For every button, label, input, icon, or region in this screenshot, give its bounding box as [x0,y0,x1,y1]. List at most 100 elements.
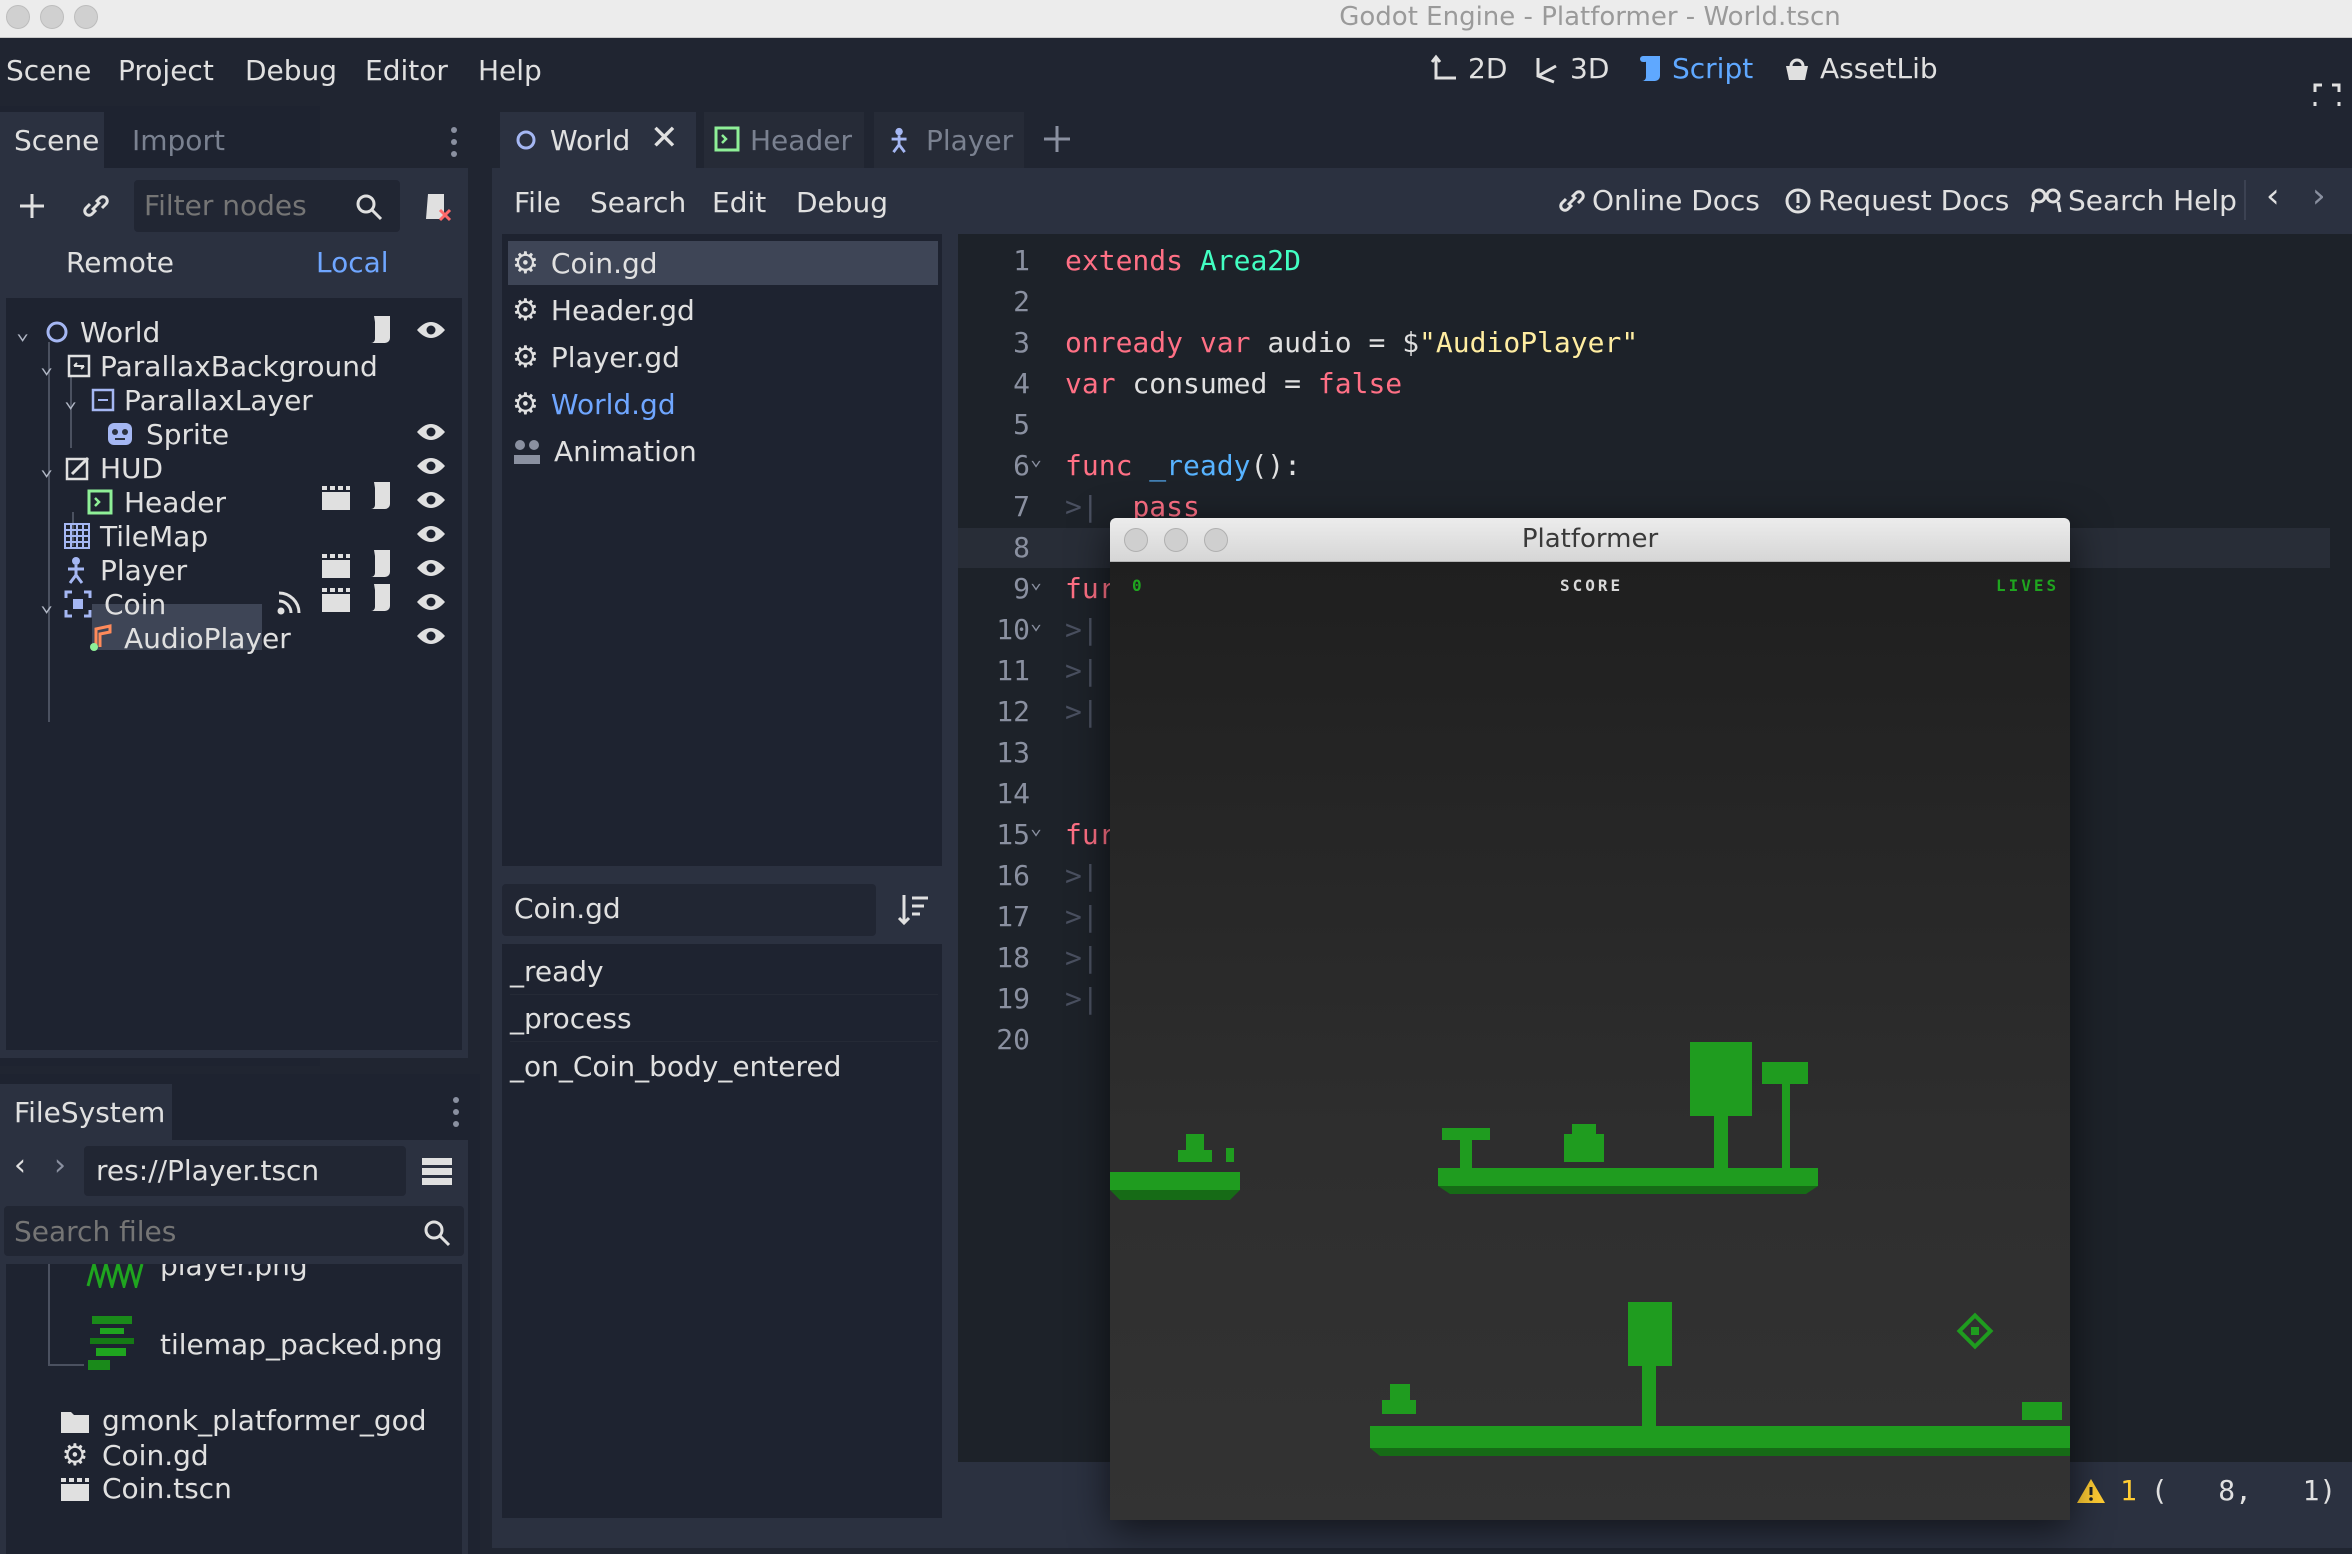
script-icon[interactable] [368,480,394,512]
tree-node-audioplayer[interactable]: AudioPlayer [86,614,291,662]
script-menu-search[interactable]: Search [590,186,686,219]
signals-icon[interactable] [276,588,304,616]
search-help-button[interactable]: Search Help [2030,184,2237,217]
visibility-icon[interactable] [416,320,446,340]
script-item-world[interactable]: ⚙ World.gd [508,382,938,426]
fold-arrow-icon[interactable]: ⌄ [1030,815,1042,839]
folder-item-gmonk[interactable]: gmonk_platformer_god [60,1404,427,1437]
script-item-coin[interactable]: ⚙ Coin.gd [508,241,938,285]
script-icon[interactable] [368,548,394,580]
method-item-on-coin-body-entered[interactable]: _on_Coin_body_entered [510,1043,938,1089]
history-forward-icon[interactable]: › [2312,176,2326,216]
menu-project[interactable]: Project [118,54,214,87]
script-icon[interactable] [368,582,394,614]
request-docs-button[interactable]: Request Docs [1784,184,2009,217]
sort-icon[interactable] [896,892,930,926]
script-icon[interactable] [368,314,394,346]
warning-icon[interactable] [2076,1477,2106,1505]
open-scene-icon[interactable] [320,586,352,614]
method-item-ready[interactable]: _ready [510,949,938,995]
chevron-down-icon[interactable]: ⌄ [40,354,62,379]
visibility-icon[interactable] [416,422,446,442]
workspace-2d-button[interactable]: 2D [1430,52,1507,85]
menu-help[interactable]: Help [478,54,542,87]
file-item-coin-tscn[interactable]: Coin.tscn [60,1472,232,1505]
script-menu-debug[interactable]: Debug [796,186,888,219]
game-viewport[interactable]: 0 SCORE LIVES [1110,562,2070,1520]
chevron-down-icon[interactable]: ⌄ [64,388,86,413]
file-item-tilemap-packed[interactable]: tilemap_packed.png [86,1312,443,1376]
tab-filesystem[interactable]: FileSystem [0,1084,172,1140]
close-icon[interactable]: ✕ [650,118,679,158]
method-item-process[interactable]: _process [510,996,938,1042]
script-item-player[interactable]: ⚙ Player.gd [508,335,938,379]
search-files-field[interactable] [4,1206,464,1256]
path-field[interactable]: res://Player.tscn [84,1146,406,1196]
chevron-down-icon[interactable]: ⌄ [40,456,62,481]
gear-icon: ⚙ [512,386,539,422]
search-files-input[interactable] [14,1214,394,1248]
filter-nodes-field[interactable] [134,180,400,232]
code-line-16: >| [1065,859,1099,892]
script-menu-file[interactable]: File [514,186,561,219]
visibility-icon[interactable] [416,490,446,510]
code-line-18: >| [1065,941,1099,974]
script-menu-edit[interactable]: Edit [712,186,766,219]
workspace-3d-label: 3D [1570,52,1610,85]
file-item-player-png[interactable]: player.png [86,1264,308,1288]
visibility-icon[interactable] [416,626,446,646]
menu-debug[interactable]: Debug [245,54,337,87]
scene-tab-world[interactable]: World ✕ [500,112,696,168]
dock-options-icon[interactable] [450,1094,462,1130]
workspace-assetlib-button[interactable]: AssetLib [1782,52,1938,85]
detach-script-icon[interactable] [420,190,454,224]
tab-scene[interactable]: Scene [0,112,104,168]
menu-scene[interactable]: Scene [6,54,91,87]
visibility-icon[interactable] [416,456,446,476]
fold-arrow-icon[interactable]: ⌄ [1030,446,1042,470]
open-scene-icon[interactable] [320,552,352,580]
visibility-icon[interactable] [416,524,446,544]
scene-tab-header[interactable]: Header [704,112,864,168]
visibility-icon[interactable] [416,592,446,612]
filesystem-panel: ‹ › res://Player.tscn player.png tilemap… [0,1140,468,1554]
game-scene-art [1110,1042,2070,1456]
scene-tree: ⌄ World ⌄ ParallaxBackground ⌄ ParallaxL… [6,298,462,1050]
filter-nodes-input[interactable] [144,188,344,222]
tab-import[interactable]: Import [118,112,239,168]
path-text: res://Player.tscn [96,1154,320,1187]
game-window-titlebar: Platformer [1110,518,2070,562]
fold-arrow-icon[interactable]: ⌄ [1030,569,1042,593]
menu-editor[interactable]: Editor [365,54,448,87]
workspace-script-button[interactable]: Script [1638,52,1753,85]
fold-arrow-icon[interactable]: ⌄ [1030,610,1042,634]
current-script-field[interactable]: Coin.gd [502,884,876,936]
back-arrow-icon[interactable]: ‹ [14,1148,26,1183]
script-item-animation-doc[interactable]: Animation [508,429,938,473]
new-scene-tab-icon[interactable] [1042,124,1072,154]
view-mode-icon[interactable] [420,1154,454,1188]
scene-tab-label: World [550,124,631,157]
dock-options-icon[interactable] [448,124,460,160]
2d-icon [1430,54,1456,79]
forward-arrow-icon[interactable]: › [54,1148,66,1183]
workspace-3d-button[interactable]: 3D [1532,52,1609,85]
visibility-icon[interactable] [416,558,446,578]
doc-icon [514,440,540,464]
local-tab[interactable]: Local [316,246,389,279]
chevron-down-icon[interactable]: ⌄ [16,320,38,345]
open-scene-icon[interactable] [320,484,352,512]
history-back-icon[interactable]: ‹ [2266,176,2280,216]
online-docs-label: Online Docs [1592,184,1760,217]
instance-scene-icon[interactable] [80,190,112,222]
file-item-coin-gd[interactable]: ⚙ Coin.gd [60,1438,209,1473]
game-window[interactable]: Platformer 0 SCORE LIVES [1110,518,2070,1520]
remote-tab[interactable]: Remote [66,246,174,279]
scene-tab-player[interactable]: Player [874,112,1024,168]
image-thumbnail-icon [86,1264,144,1288]
add-node-icon[interactable] [16,190,48,222]
script-item-header[interactable]: ⚙ Header.gd [508,288,938,332]
online-docs-button[interactable]: Online Docs [1558,184,1760,217]
code-line-10: >| [1065,613,1099,646]
chevron-down-icon[interactable]: ⌄ [40,592,62,617]
